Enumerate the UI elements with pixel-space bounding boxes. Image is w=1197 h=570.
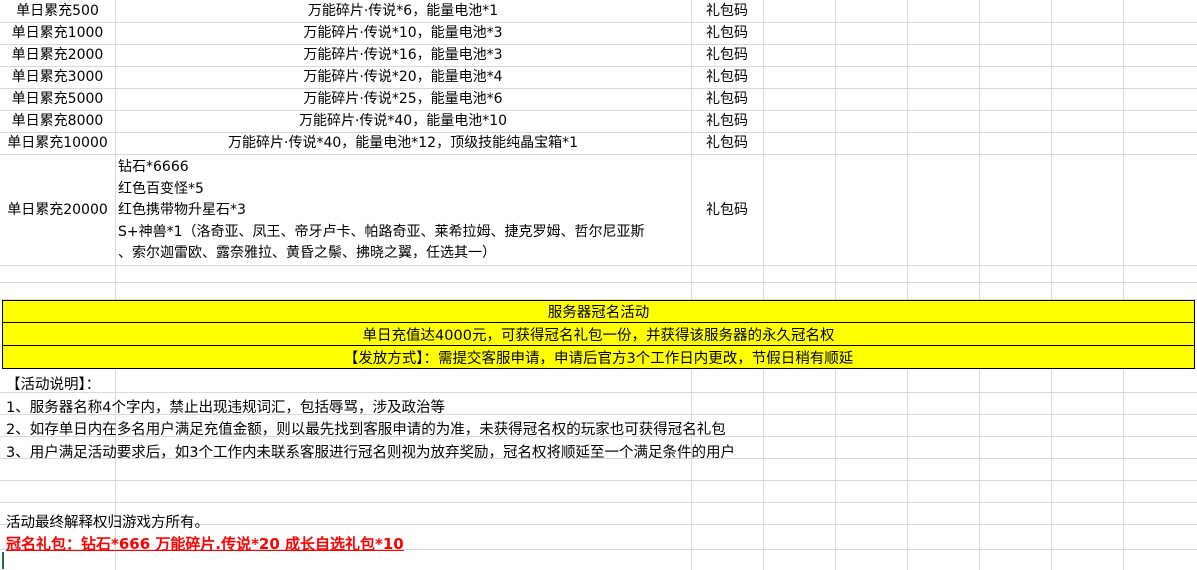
tier-cell[interactable]: 单日累充500 [0, 0, 115, 22]
banner-method[interactable]: 【发放方式】：需提交客服申请，申请后官方3个工作日内更改，节假日稍有顺延 [2, 345, 1195, 369]
note-item[interactable]: 2、如存单日内在多名用户满足充值金额，则以最先找到客服申请的为准，未获得冠名权的… [6, 418, 726, 439]
tier-cell[interactable]: 单日累充1000 [0, 22, 115, 44]
type-cell[interactable]: 礼包码 [691, 110, 763, 132]
type-cell[interactable]: 礼包码 [691, 44, 763, 66]
reward-line: 红色携带物升星石*3 [118, 202, 246, 218]
type-cell[interactable]: 礼包码 [691, 22, 763, 44]
reward-cell[interactable]: 万能碎片·传说*10，能量电池*3 [115, 22, 691, 44]
tier-cell[interactable]: 单日累充5000 [0, 88, 115, 110]
reward-list-cell[interactable]: 钻石*6666 红色百变怪*5 红色携带物升星石*3 S+神兽*1（洛奇亚、凤王… [118, 157, 690, 265]
notes-heading[interactable]: 【活动说明】： [6, 373, 100, 394]
tier-cell[interactable]: 单日累充20000 [0, 154, 115, 265]
final-statement[interactable]: 活动最终解释权归游戏方所有。 [6, 511, 209, 532]
type-cell[interactable]: 礼包码 [691, 154, 763, 265]
tier-cell[interactable]: 单日累充2000 [0, 44, 115, 66]
type-cell[interactable]: 礼包码 [691, 66, 763, 88]
cell-cursor [2, 552, 4, 569]
reward-line: S+神兽*1（洛奇亚、凤王、帝牙卢卡、帕路奇亚、莱希拉姆、捷克罗姆、哲尔尼亚斯 [118, 223, 645, 240]
type-cell[interactable]: 礼包码 [691, 88, 763, 110]
reward-cell[interactable]: 万能碎片·传说*25，能量电池*6 [115, 88, 691, 110]
reward-cell[interactable]: 万能碎片·传说*16，能量电池*3 [115, 44, 691, 66]
tier-cell[interactable]: 单日累充8000 [0, 110, 115, 132]
naming-reward[interactable]: 冠名礼包：钻石*666 万能碎片.传说*20 成长自选礼包*10 [6, 533, 404, 554]
reward-cell[interactable]: 万能碎片·传说*6，能量电池*1 [115, 0, 691, 22]
reward-line: 红色百变怪*5 [118, 180, 204, 197]
type-cell[interactable]: 礼包码 [691, 132, 763, 154]
note-item[interactable]: 1、服务器名称4个字内，禁止出现违规词汇，包括辱骂，涉及政治等 [6, 396, 445, 417]
reward-cell[interactable]: 万能碎片·传说*40，能量电池*12，顶级技能纯晶宝箱*1 [115, 132, 691, 154]
type-cell[interactable]: 礼包码 [691, 0, 763, 22]
reward-cell[interactable]: 万能碎片·传说*40，能量电池*10 [115, 110, 691, 132]
banner-condition[interactable]: 单日充值达4000元，可获得冠名礼包一份，并获得该服务器的永久冠名权 [2, 322, 1195, 346]
tier-cell[interactable]: 单日累充10000 [0, 132, 115, 154]
reward-line: 钻石*6666 [118, 159, 189, 175]
reward-cell[interactable]: 万能碎片·传说*20，能量电池*4 [115, 66, 691, 88]
reward-line: 、索尔迦雷欧、露奈雅拉、黄昏之鬃、拂晓之翼，任选其一） [118, 245, 496, 261]
note-item[interactable]: 3、用户满足活动要求后，如3个工作内未联系客服进行冠名则视为放弃奖励，冠名权将顺… [6, 441, 735, 462]
banner-title[interactable]: 服务器冠名活动 [2, 300, 1195, 323]
tier-cell[interactable]: 单日累充3000 [0, 66, 115, 88]
